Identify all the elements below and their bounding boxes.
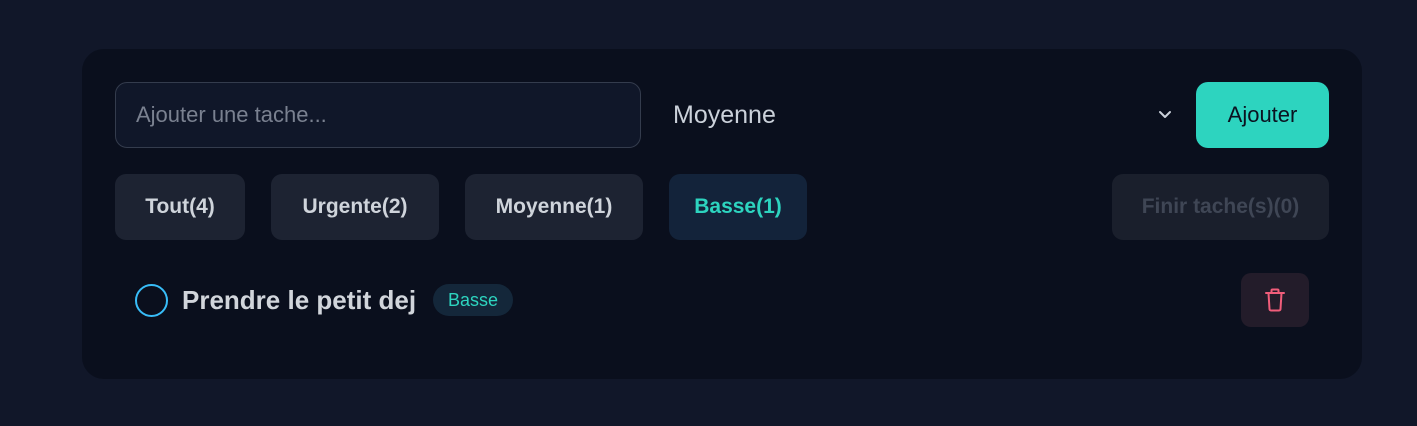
priority-select[interactable]: Moyenne <box>673 82 1173 148</box>
finish-tasks-button[interactable]: Finir tache(s)(0) <box>1112 174 1329 240</box>
chevron-down-icon <box>1159 111 1171 118</box>
task-title: Prendre le petit dej <box>182 285 417 315</box>
filter-low-button[interactable]: Basse(1) <box>669 174 807 240</box>
task-input[interactable] <box>115 82 641 148</box>
delete-task-button[interactable] <box>1241 273 1309 327</box>
filter-medium-button[interactable]: Moyenne(1) <box>465 174 643 240</box>
todo-card: Moyenne Ajouter Tout(4) Urgente(2) Moyen… <box>82 49 1362 379</box>
add-task-form: Moyenne Ajouter <box>115 82 1329 148</box>
filter-urgent-button[interactable]: Urgente(2) <box>271 174 439 240</box>
priority-badge: Basse <box>433 284 513 316</box>
task-item: Prendre le petit dej Basse <box>135 273 1309 327</box>
filter-all-button[interactable]: Tout(4) <box>115 174 245 240</box>
priority-select-value: Moyenne <box>673 100 776 129</box>
add-button[interactable]: Ajouter <box>1196 82 1329 148</box>
task-checkbox[interactable] <box>135 284 168 317</box>
filter-bar: Tout(4) Urgente(2) Moyenne(1) Basse(1) F… <box>115 174 1329 240</box>
trash-icon <box>1265 288 1285 312</box>
